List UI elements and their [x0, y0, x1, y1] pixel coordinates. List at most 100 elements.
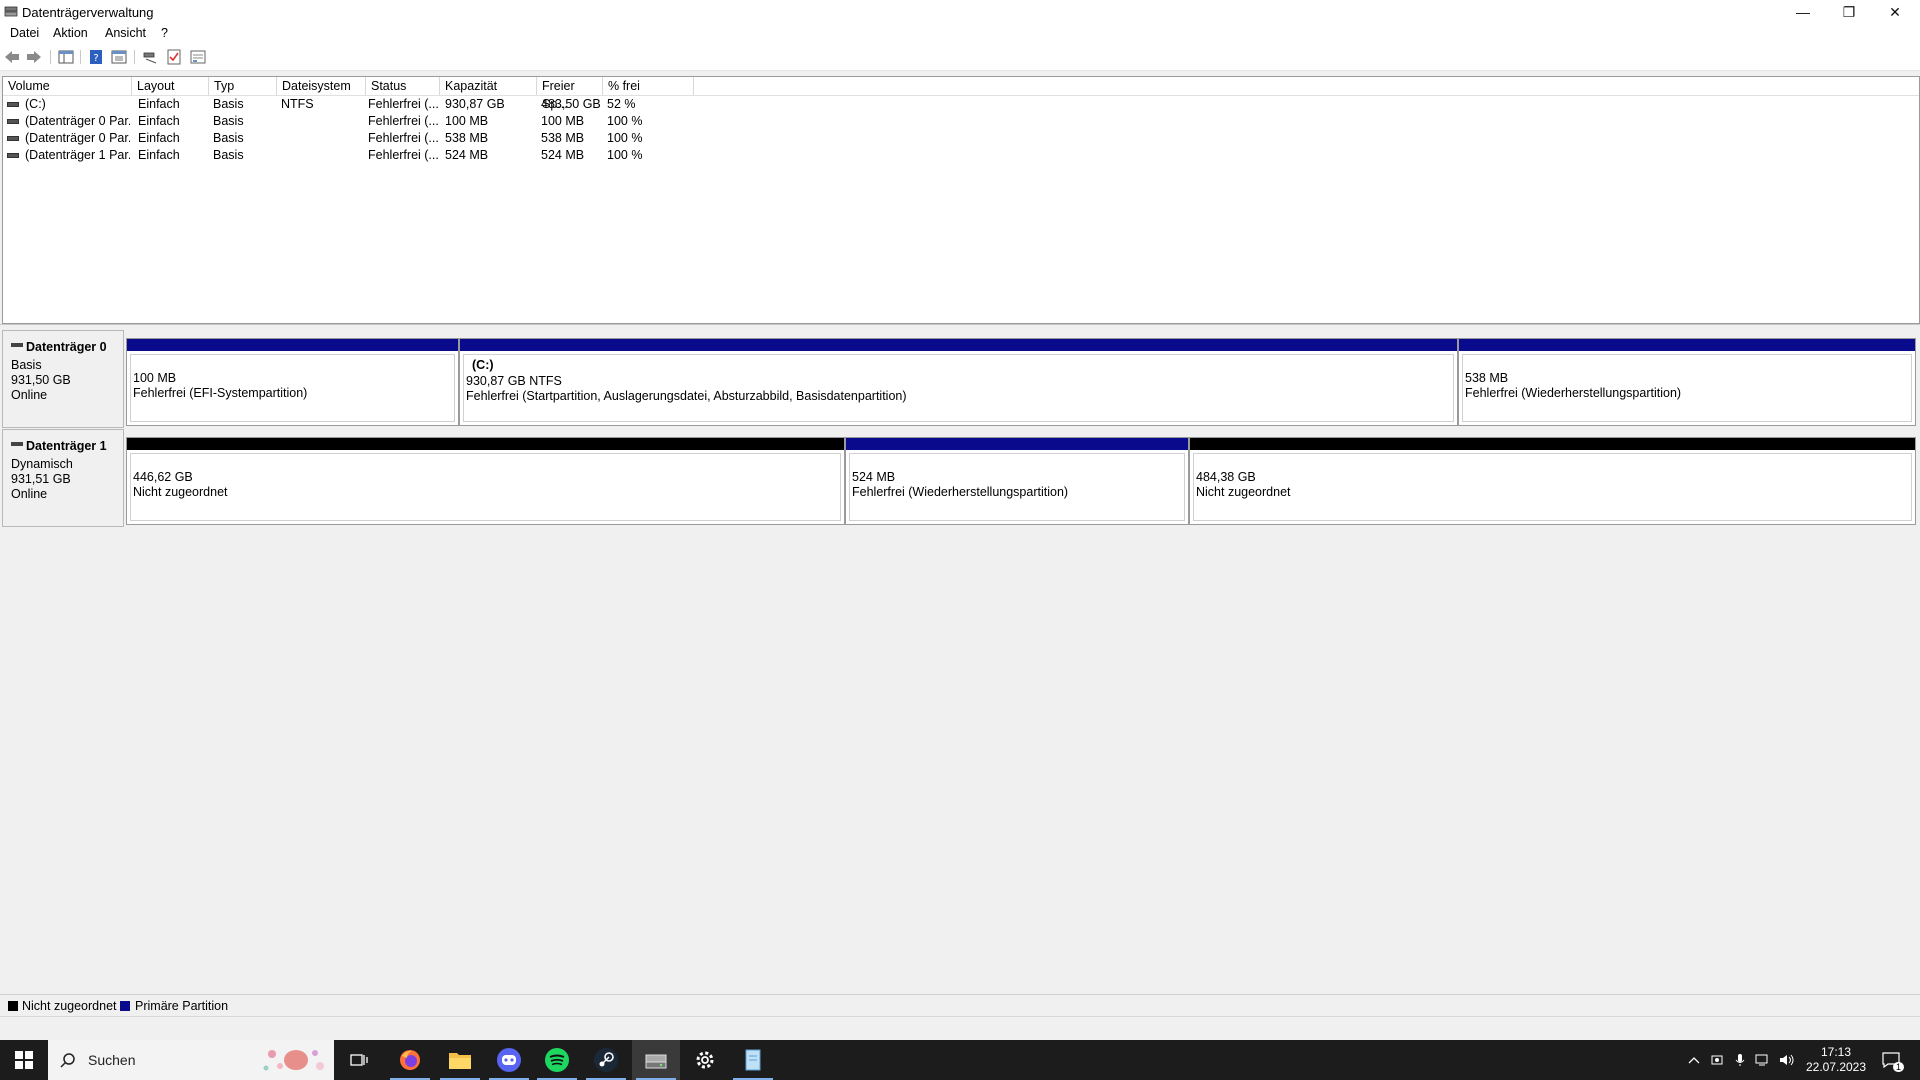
volume-free-space: 538 MB	[541, 131, 585, 145]
properties-window-icon[interactable]	[111, 49, 127, 65]
restore-button[interactable]: ❐	[1826, 0, 1872, 24]
volume-status: Fehlerfrei (...	[368, 97, 439, 111]
volume-status: Fehlerfrei (...	[368, 114, 439, 128]
partition-status: Nicht zugeordnet	[1196, 485, 1291, 499]
steam-icon	[594, 1048, 618, 1072]
volume-layout: Einfach	[138, 131, 180, 145]
taskbar-app-disk-management[interactable]	[632, 1040, 680, 1080]
tray-volume-icon[interactable]	[1776, 1040, 1798, 1080]
volume-name: (Datenträger 0 Par...	[25, 131, 130, 145]
volume-capacity: 100 MB	[445, 114, 489, 128]
taskbar-app-spotify[interactable]	[533, 1040, 581, 1080]
partition-status: Fehlerfrei (Wiederherstellungspartition)	[852, 485, 1069, 499]
volume-row[interactable]: (Datenträger 0 Par... Einfach Basis Fehl…	[3, 130, 1919, 147]
disk-1-size: 931,51 GB	[11, 472, 71, 486]
task-view-icon	[350, 1054, 368, 1066]
volume-capacity: 930,87 GB	[445, 97, 505, 111]
volume-capacity: 538 MB	[445, 131, 489, 145]
volume-status: Fehlerfrei (...	[368, 131, 439, 145]
partition-c[interactable]: (C:) 930,87 GB NTFS Fehlerfrei (Startpar…	[459, 338, 1458, 426]
taskbar-app-file-explorer[interactable]	[436, 1040, 484, 1080]
volume-row[interactable]: (C:) Einfach Basis NTFS Fehlerfrei (... …	[3, 96, 1919, 113]
taskbar-app-firefox[interactable]	[386, 1040, 434, 1080]
column-header-typ[interactable]: Typ	[209, 77, 277, 95]
menu-help[interactable]: ?	[159, 26, 170, 40]
forward-arrow-icon[interactable]	[26, 49, 42, 65]
taskbar: Suchen 17:13 22.07.2023 1	[0, 1040, 1920, 1080]
volume-status: Fehlerfrei (...	[368, 148, 439, 162]
pane-splitter[interactable]	[0, 324, 1920, 329]
console-tree-icon[interactable]	[58, 49, 74, 65]
column-header-volume[interactable]: Volume	[3, 77, 132, 95]
volume-type: Basis	[213, 131, 244, 145]
toolbar: ?	[0, 44, 1920, 71]
legend-swatch-primary	[120, 1001, 130, 1011]
toolbar-separator	[50, 50, 51, 64]
svg-text:?: ?	[93, 53, 98, 64]
minimize-button[interactable]: —	[1780, 0, 1826, 24]
tray-clock[interactable]: 17:13 22.07.2023	[1800, 1040, 1872, 1080]
notification-center-button[interactable]: 1	[1876, 1040, 1906, 1080]
legend: Nicht zugeordnet Primäre Partition	[0, 994, 1920, 1015]
view-settings-icon[interactable]	[190, 49, 206, 65]
partition-efi[interactable]: 100 MB Fehlerfrei (EFI-Systempartition)	[126, 338, 459, 426]
back-arrow-icon[interactable]	[4, 49, 20, 65]
toolbar-separator	[80, 50, 81, 64]
column-header-prozent-frei[interactable]: % frei	[603, 77, 694, 95]
partition-unallocated-1[interactable]: 446,62 GB Nicht zugeordnet	[126, 437, 845, 525]
task-view-button[interactable]	[335, 1040, 383, 1080]
toolbar-separator	[134, 50, 135, 64]
disk-1-name: Datenträger 1	[11, 439, 107, 453]
volume-layout: Einfach	[138, 97, 180, 111]
connect-drive-icon[interactable]	[142, 49, 158, 65]
disk-1-header[interactable]: Datenträger 1 Dynamisch 931,51 GB Online	[2, 429, 124, 527]
show-hidden-icons-button[interactable]	[1684, 1040, 1704, 1080]
column-header-status[interactable]: Status	[366, 77, 440, 95]
partition-status: Fehlerfrei (Startpartition, Auslagerungs…	[466, 389, 907, 403]
taskbar-app-notes[interactable]	[729, 1040, 777, 1080]
partition-unallocated-2[interactable]: 484,38 GB Nicht zugeordnet	[1189, 437, 1916, 525]
disk-0-header[interactable]: Datenträger 0 Basis 931,50 GB Online	[2, 330, 124, 428]
menu-ansicht[interactable]: Ansicht	[103, 26, 148, 40]
start-button[interactable]	[0, 1040, 48, 1080]
legend-label-primary: Primäre Partition	[135, 999, 229, 1013]
tray-microphone-icon[interactable]	[1730, 1040, 1750, 1080]
tray-camera-icon[interactable]	[1706, 1040, 1728, 1080]
volume-free-space: 100 MB	[541, 114, 585, 128]
title-bar: Datenträgerverwaltung — ❐ ✕	[0, 0, 1920, 24]
disk-1-state: Online	[11, 487, 48, 501]
taskbar-app-discord[interactable]	[485, 1040, 533, 1080]
volume-icon	[7, 119, 19, 124]
disk-1-type: Dynamisch	[11, 457, 73, 471]
help-icon[interactable]: ?	[88, 49, 104, 65]
close-button[interactable]: ✕	[1872, 0, 1918, 24]
menu-datei[interactable]: Datei	[8, 26, 41, 40]
gear-icon	[696, 1051, 714, 1069]
taskbar-app-steam[interactable]	[582, 1040, 630, 1080]
partition-label: (C:)	[472, 358, 494, 372]
volume-percent-free: 100 %	[607, 114, 643, 128]
partition-size: 524 MB	[852, 470, 896, 484]
windows-logo-icon	[15, 1051, 33, 1069]
partition-size: 100 MB	[133, 371, 177, 385]
disk-0-state: Online	[11, 388, 48, 402]
taskbar-search-box[interactable]: Suchen	[48, 1040, 334, 1080]
partition-recovery-disk0[interactable]: 538 MB Fehlerfrei (Wiederherstellungspar…	[1458, 338, 1916, 426]
window-title: Datenträgerverwaltung	[22, 5, 154, 20]
clock-time: 17:13	[1820, 1045, 1852, 1059]
disk-graphical-view: Datenträger 0 Basis 931,50 GB Online 100…	[2, 330, 1918, 1008]
tray-network-icon[interactable]	[1752, 1040, 1774, 1080]
column-header-dateisystem[interactable]: Dateisystem	[277, 77, 366, 95]
column-header-layout[interactable]: Layout	[132, 77, 209, 95]
menu-aktion[interactable]: Aktion	[51, 26, 90, 40]
taskbar-app-settings[interactable]	[681, 1040, 729, 1080]
volume-percent-free: 100 %	[607, 131, 643, 145]
checklist-icon[interactable]	[166, 49, 182, 65]
volume-icon	[7, 153, 19, 158]
volume-type: Basis	[213, 148, 244, 162]
column-header-kapazitaet[interactable]: Kapazität	[440, 77, 537, 95]
column-header-freier-speicher[interactable]: Freier Sp...	[537, 77, 603, 111]
partition-recovery-disk1[interactable]: 524 MB Fehlerfrei (Wiederherstellungspar…	[845, 437, 1189, 525]
volume-row[interactable]: (Datenträger 0 Par... Einfach Basis Fehl…	[3, 113, 1919, 130]
volume-row[interactable]: (Datenträger 1 Par... Einfach Basis Fehl…	[3, 147, 1919, 164]
